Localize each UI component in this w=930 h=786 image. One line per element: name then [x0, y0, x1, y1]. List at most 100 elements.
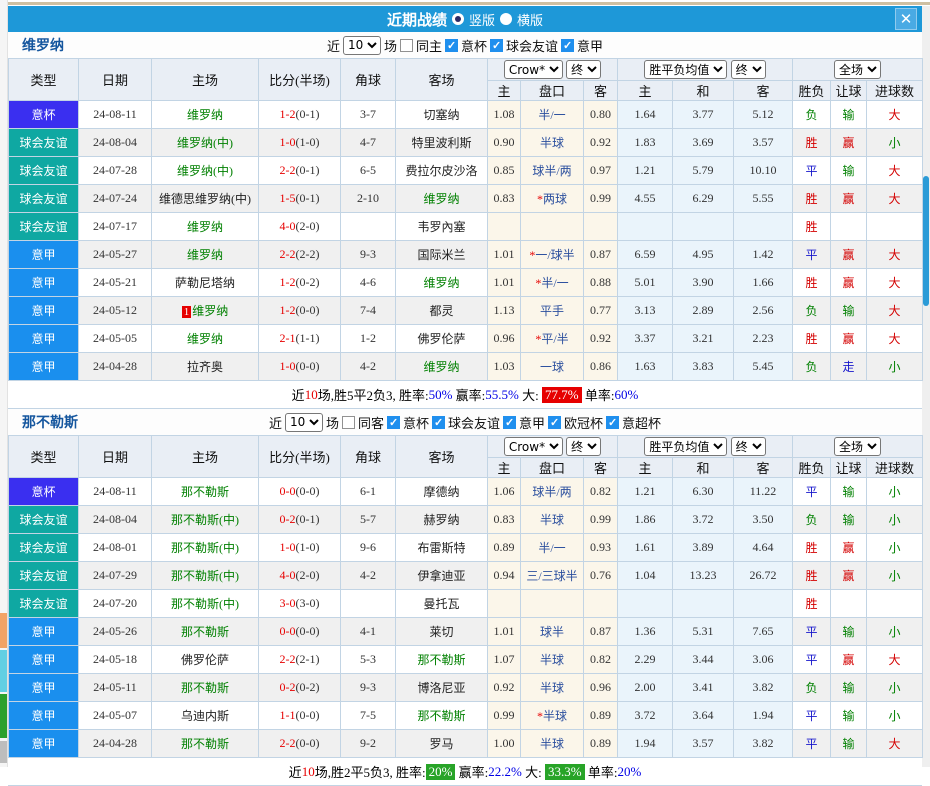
horizontal-layout-radio[interactable] [500, 13, 512, 25]
league-filter-label[interactable]: 意甲 [519, 413, 545, 432]
match-date: 24-08-11 [78, 477, 152, 506]
avg-stage-select[interactable]: 终 [730, 60, 766, 79]
result-wdl: 平 [792, 617, 831, 646]
match-type-badge: 球会友谊 [8, 184, 79, 213]
avg-away-odds: 10.10 [733, 156, 793, 185]
summary-segment: 近 [291, 388, 305, 403]
odds-stage-select[interactable]: 终 [566, 437, 602, 456]
away-team: 维罗纳 [395, 352, 488, 381]
home-team: 那不勒斯(中) [151, 505, 259, 534]
vertical-layout-radio[interactable] [451, 13, 464, 25]
corner-count: 2-10 [340, 184, 396, 213]
home-team-name: 维罗纳(中) [177, 164, 233, 178]
same-venue-label[interactable]: 同主 [416, 36, 442, 55]
result-handicap: 输 [830, 729, 867, 758]
league-filter-label[interactable]: 球会友谊 [506, 36, 558, 55]
column-header: 日期 [78, 435, 152, 478]
avg-home-odds: 4.55 [617, 184, 673, 213]
match-count-select[interactable]: 10 [342, 35, 381, 55]
home-team-name: 维罗纳(中) [177, 136, 233, 150]
league-filter-checkbox[interactable] [386, 415, 400, 429]
away-odds: 0.99 [583, 184, 618, 213]
avg-group-header: 胜平负均值 终 [617, 58, 793, 81]
away-team: 切塞纳 [395, 100, 488, 129]
avg-odds-select[interactable]: 胜平负均值 [644, 60, 728, 79]
league-filter-label[interactable]: 意超杯 [622, 413, 661, 432]
same-venue-label[interactable]: 同客 [358, 413, 384, 432]
result-goals: 大 [866, 184, 923, 213]
home-team-name: 那不勒斯 [180, 681, 229, 695]
away-team-name: 布雷斯特 [417, 541, 466, 555]
summary-segment: 10 [304, 386, 318, 402]
avg-home-odds [617, 212, 673, 241]
avg-draw-odds: 5.31 [672, 617, 734, 646]
result-handicap: 输 [830, 673, 867, 702]
horizontal-layout-label[interactable]: 横版 [517, 10, 543, 29]
league-filter-label[interactable]: 意甲 [577, 36, 603, 55]
league-filter-label[interactable]: 意杯 [403, 413, 429, 432]
away-odds [583, 589, 618, 618]
league-filter-checkbox[interactable] [503, 415, 517, 429]
scrollbar-thumb[interactable] [923, 176, 929, 306]
match-count-select[interactable]: 10 [284, 412, 323, 432]
avg-home-odds: 6.59 [617, 240, 673, 269]
match-score: 1-0(1-0) [258, 128, 341, 157]
away-odds: 0.99 [583, 505, 618, 534]
record-summary: 近 10 场,胜5平2负3, 胜率: 50% 赢率: 55.5% 大: 77.7% 单率… [8, 381, 922, 409]
result-wdl: 胜 [792, 128, 831, 157]
league-filter-label[interactable]: 欧冠杯 [564, 413, 603, 432]
avg-odds-select[interactable]: 胜平负均值 [644, 437, 728, 456]
league-filter-checkbox[interactable] [432, 415, 445, 429]
league-filter-checkbox[interactable] [548, 415, 562, 429]
same-venue-checkbox[interactable] [341, 415, 355, 429]
corner-count: 4-7 [340, 128, 396, 157]
home-team: 维德思维罗纳(中) [151, 184, 259, 213]
handicap-text: 半/一 [538, 108, 566, 122]
odds-company-select[interactable]: Crow* [503, 437, 563, 456]
avg-draw-odds: 13.23 [672, 561, 734, 590]
scope-select[interactable]: 全场 [834, 60, 881, 79]
same-venue-checkbox[interactable] [399, 38, 413, 52]
match-score: 0-0(0-0) [258, 477, 341, 506]
league-filter-checkbox[interactable] [606, 415, 620, 429]
league-filter-label[interactable]: 球会友谊 [448, 413, 500, 432]
result-goals: 小 [866, 533, 923, 562]
result-goals: 小 [866, 477, 923, 506]
half-time-score: (3-0) [295, 596, 320, 610]
match-row: 球会友谊 24-08-01 那不勒斯(中) 1-0(1-0) 9-6 布雷斯特 0.89 半/… [8, 533, 923, 562]
summary-highlight: 77.7% [542, 386, 582, 403]
away-team: 佛罗伦萨 [395, 324, 488, 353]
half-time-score: (0-1) [295, 191, 320, 205]
league-filter-checkbox[interactable] [490, 38, 504, 52]
half-time-score: (0-2) [295, 275, 320, 289]
avg-draw-odds: 3.83 [672, 352, 734, 381]
away-team-name: 费拉尔皮沙洛 [405, 164, 478, 178]
handicap-line: 一球 [520, 352, 584, 381]
sub-column-header: 客 [733, 80, 793, 101]
half-time-score: (1-0) [295, 540, 320, 554]
avg-stage-select[interactable]: 终 [730, 437, 766, 456]
home-team-name: 维德思维罗纳(中) [159, 192, 251, 206]
league-filter-checkbox[interactable] [445, 38, 458, 52]
scope-select[interactable]: 全场 [834, 437, 881, 456]
away-team: 维罗纳 [395, 184, 488, 213]
match-row: 球会友谊 24-07-29 那不勒斯(中) 4-0(2-0) 4-2 伊拿迪亚 0.94 三/… [8, 561, 923, 590]
away-team: 莱切 [395, 617, 488, 646]
league-filter-checkbox[interactable] [561, 38, 575, 52]
avg-draw-odds: 6.29 [672, 184, 734, 213]
sub-column-header: 客 [733, 457, 793, 478]
avg-away-odds: 3.82 [733, 729, 793, 758]
handicap-line: 半球 [520, 505, 584, 534]
avg-group-header: 胜平负均值 终 [617, 435, 793, 458]
league-filter-label[interactable]: 意杯 [461, 36, 487, 55]
match-date: 24-07-20 [78, 589, 152, 618]
match-date: 24-08-01 [78, 533, 152, 562]
odds-company-select[interactable]: Crow* [503, 60, 563, 79]
odds-stage-select[interactable]: 终 [566, 60, 602, 79]
close-button[interactable]: ✕ [895, 8, 917, 30]
home-team: 维罗纳 [151, 240, 259, 269]
match-score: 1-5(0-1) [258, 184, 341, 213]
avg-away-odds: 5.45 [733, 352, 793, 381]
avg-draw-odds: 3.57 [672, 729, 734, 758]
vertical-layout-label[interactable]: 竖版 [469, 10, 495, 29]
